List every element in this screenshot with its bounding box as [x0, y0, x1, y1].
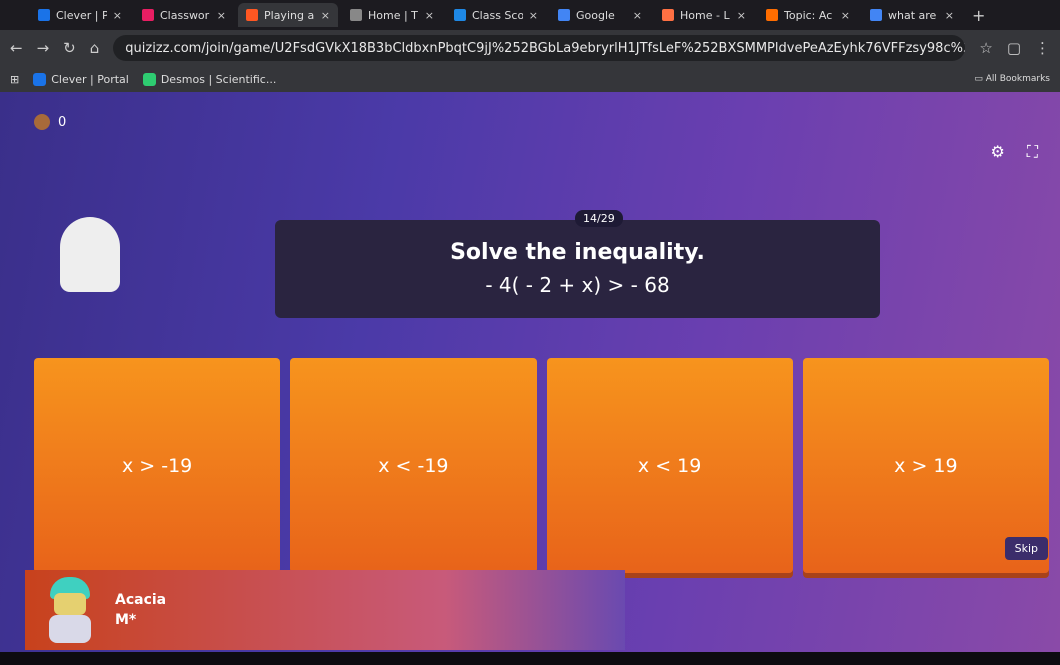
ghost-decoration	[60, 217, 120, 292]
clever-icon	[33, 72, 47, 86]
player-first-name: Acacia	[115, 592, 167, 608]
settings-gear-icon[interactable]: ⚙	[990, 142, 1004, 162]
player-avatar	[45, 577, 95, 643]
all-bookmarks[interactable]: ▭ All Bookmarks	[974, 74, 1050, 84]
close-tab-icon[interactable]: ×	[633, 9, 642, 22]
tab-favicon	[454, 9, 466, 21]
home-icon[interactable]: ⌂	[90, 39, 100, 57]
tab-favicon	[142, 9, 154, 21]
tab-favicon	[662, 9, 674, 21]
bookmarks-bar: ⊞ Clever | Portal Desmos | Scientific...…	[0, 66, 1060, 92]
close-tab-icon[interactable]: ×	[113, 9, 122, 22]
close-tab-icon[interactable]: ×	[945, 9, 954, 22]
extensions-icon[interactable]: ▢	[1007, 39, 1021, 57]
back-icon[interactable]: ←	[10, 39, 23, 57]
player-card: Acacia M*	[25, 570, 625, 650]
question-expression: - 4( - 2 + x) > - 68	[485, 273, 670, 297]
forward-icon[interactable]: →	[37, 39, 50, 57]
browser-tab[interactable]: what are ×	[862, 3, 962, 27]
bookmark-clever[interactable]: Clever | Portal	[33, 72, 129, 86]
close-tab-icon[interactable]: ×	[529, 9, 538, 22]
tab-title: Class Sco	[472, 8, 523, 22]
answer-option-3[interactable]: x < 19	[546, 358, 793, 573]
skip-button[interactable]: Skip	[1004, 537, 1048, 560]
bookmark-desmos[interactable]: Desmos | Scientific...	[142, 72, 277, 86]
browser-tab[interactable]: Class Sco ×	[446, 3, 546, 27]
question-box: Solve the inequality. - 4( - 2 + x) > - …	[275, 220, 880, 318]
option-text: x < -19	[378, 454, 449, 477]
url-input[interactable]: quizizz.com/join/game/U2FsdGVkX18B3bCldb…	[113, 35, 966, 61]
tab-title: Playing a	[264, 8, 315, 22]
option-text: x > -19	[121, 454, 193, 477]
browser-tab[interactable]: Playing a ×	[238, 3, 338, 27]
tab-favicon	[766, 9, 778, 21]
answer-options: x > -19 x < -19 x < 19 x > 19	[34, 358, 1049, 573]
tab-favicon	[870, 9, 882, 21]
reload-icon[interactable]: ↻	[63, 39, 76, 57]
tab-strip: Clever | P × Classwor × Playing a × Home | T × C…	[0, 0, 1060, 30]
bookmark-label: Desmos | Scientific...	[160, 72, 277, 86]
tab-title: Clever | P	[56, 8, 107, 22]
menu-icon[interactable]: ⋮	[1035, 39, 1050, 57]
address-bar-row: ← → ↻ ⌂ quizizz.com/join/game/U2FsdGVkX1…	[0, 30, 1060, 66]
close-tab-icon[interactable]: ×	[737, 9, 746, 22]
browser-tab[interactable]: Home | T ×	[342, 3, 442, 27]
tab-favicon	[350, 9, 362, 21]
tab-favicon	[558, 9, 570, 21]
question-counter: 14/29	[575, 210, 623, 227]
quiz-game-area: 0 ⚙ ⛶ Solve the inequality. - 4( - 2 + x…	[0, 92, 1060, 652]
option-text: x > 19	[894, 454, 958, 477]
close-tab-icon[interactable]: ×	[217, 9, 226, 22]
tab-title: Home | T	[368, 8, 418, 22]
player-last-name: M*	[115, 612, 137, 628]
bookmark-star-icon[interactable]: ☆	[979, 39, 992, 57]
tab-title: Home - L	[680, 8, 730, 22]
answer-option-1[interactable]: x > -19	[34, 358, 281, 573]
url-text: quizizz.com/join/game/U2FsdGVkX18B3bCldb…	[125, 40, 965, 56]
tab-title: Topic: Ac	[784, 8, 833, 22]
close-tab-icon[interactable]: ×	[425, 9, 434, 22]
desmos-icon	[142, 72, 156, 86]
all-bookmarks-label: All Bookmarks	[985, 74, 1050, 84]
bookmark-label: Clever | Portal	[51, 72, 129, 86]
coin-icon	[34, 114, 50, 130]
option-text: x < 19	[637, 454, 702, 477]
close-tab-icon[interactable]: ×	[841, 9, 850, 22]
browser-tab[interactable]: Clever | P ×	[30, 3, 130, 27]
score-value: 0	[58, 114, 67, 130]
tab-favicon	[246, 9, 258, 21]
apps-icon[interactable]: ⊞	[10, 73, 19, 86]
browser-tab[interactable]: Google ×	[550, 3, 650, 27]
tab-favicon	[38, 9, 50, 21]
answer-option-2[interactable]: x < -19	[290, 358, 537, 573]
new-tab-icon[interactable]: +	[972, 6, 985, 25]
tab-title: Classwor	[160, 8, 210, 22]
score: 0	[34, 114, 66, 130]
fullscreen-icon[interactable]: ⛶	[1027, 142, 1038, 162]
close-tab-icon[interactable]: ×	[321, 9, 330, 22]
question-title: Solve the inequality.	[450, 240, 705, 265]
browser-tab[interactable]: Classwor ×	[134, 3, 234, 27]
browser-tab[interactable]: Home - L ×	[654, 3, 754, 27]
tab-title: Google	[576, 8, 615, 22]
tab-title: what are	[888, 8, 937, 22]
browser-tab[interactable]: Topic: Ac ×	[758, 3, 858, 27]
